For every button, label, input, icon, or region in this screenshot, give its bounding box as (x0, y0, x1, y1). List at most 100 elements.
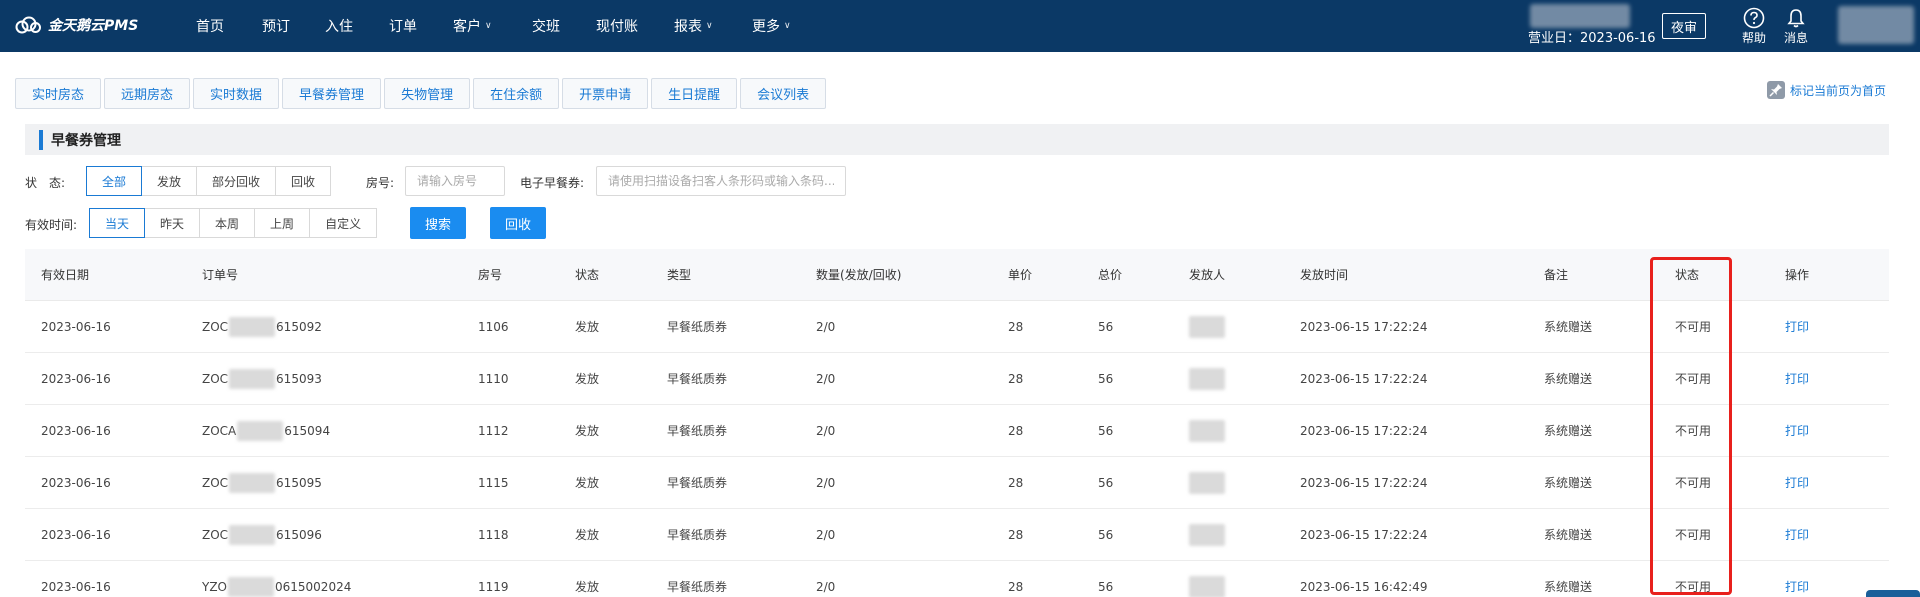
tab-breakfast-voucher[interactable]: 早餐券管理 (282, 78, 382, 109)
chevron-down-icon: ∨ (706, 21, 713, 31)
voucher-table: 有效日期 订单号 房号 状态 类型 数量(发放/回收) 单价 总价 发放人 发放… (25, 249, 1889, 597)
corner-widget[interactable] (1866, 590, 1920, 597)
order-no-prefix: ZOC (202, 371, 229, 386)
recycle-button[interactable]: 回收 (490, 207, 546, 239)
time-option-today[interactable]: 当天 (89, 208, 146, 238)
nav-item-shift[interactable]: 交班 (532, 16, 560, 36)
search-button[interactable]: 搜索 (410, 207, 466, 239)
app-logo[interactable]: 金天鹅云PMS (14, 15, 138, 35)
cloud-logo-icon (15, 16, 41, 34)
print-link[interactable]: 打印 (1785, 370, 1809, 387)
status-option-recycled[interactable]: 回收 (275, 166, 332, 196)
order-no-prefix: YZO (202, 579, 227, 594)
cell-availability: 不可用 (1675, 424, 1712, 438)
print-link[interactable]: 打印 (1785, 422, 1809, 439)
room-number-input[interactable] (405, 166, 505, 196)
table-row: 2023-06-16 ZOC 615093 1110 发放 早餐纸质券 2/0 28 56 202… (25, 353, 1889, 405)
cell-order-no: ZOC 615093 (202, 353, 322, 404)
column-header: 数量(发放/回收) (816, 268, 902, 282)
column-header: 备注 (1544, 268, 1569, 282)
tab-lost-and-found[interactable]: 失物管理 (384, 78, 471, 109)
nav-item-reservation[interactable]: 预订 (262, 16, 290, 36)
bell-icon (1787, 9, 1805, 28)
app-logo-text: 金天鹅云PMS (48, 18, 139, 34)
time-option-this-week[interactable]: 本周 (199, 208, 256, 238)
nav-item-customers[interactable]: 客户 ∨ (453, 16, 492, 36)
valid-time-filter-group: 当天 昨天 本周 上周 自定义 (89, 208, 378, 238)
cell-room: 1119 (478, 579, 509, 594)
cell-order-no: ZOC 615095 (202, 457, 322, 508)
column-header: 发放人 (1189, 268, 1226, 282)
night-audit-button[interactable]: 夜审 (1662, 13, 1706, 39)
time-option-custom[interactable]: 自定义 (309, 208, 378, 238)
mark-as-home-label: 标记当前页为首页 (1790, 83, 1887, 98)
print-link[interactable]: 打印 (1785, 318, 1809, 335)
tab-invoice-request[interactable]: 开票申请 (562, 78, 649, 109)
nav-item-orders[interactable]: 订单 (389, 16, 417, 36)
cell-valid-date: 2023-06-16 (41, 319, 111, 334)
tab-realtime-room-status[interactable]: 实时房态 (15, 78, 102, 109)
nav-item-home[interactable]: 首页 (196, 16, 224, 36)
order-no-suffix: 615092 (276, 319, 322, 334)
cell-room: 1118 (478, 527, 509, 542)
table-row: 2023-06-16 ZOC 615095 1115 发放 早餐纸质券 2/0 28 56 202… (25, 457, 1889, 509)
column-header: 操作 (1785, 268, 1810, 282)
cell-status: 发放 (575, 528, 600, 542)
tab-forward-room-status[interactable]: 远期房态 (104, 78, 191, 109)
order-no-suffix: 615094 (284, 423, 331, 438)
nav-item-checkin[interactable]: 入住 (325, 16, 353, 36)
nav-item-cash-account[interactable]: 现付账 (596, 16, 638, 36)
cell-unit-price: 28 (1008, 319, 1024, 334)
print-link[interactable]: 打印 (1785, 474, 1809, 491)
column-header: 单价 (1008, 268, 1033, 282)
nav-label: 客户 (453, 19, 481, 35)
redacted-user-avatar[interactable] (1838, 6, 1914, 44)
help-label: 帮助 (1741, 31, 1766, 45)
status-option-partial-recycled[interactable]: 部分回收 (196, 166, 277, 196)
voucher-barcode-input[interactable] (596, 166, 846, 196)
cell-remark: 系统赠送 (1544, 528, 1593, 542)
print-link[interactable]: 打印 (1785, 578, 1809, 595)
column-header: 发放时间 (1300, 268, 1349, 282)
cell-quantity: 2/0 (816, 579, 836, 594)
tab-in-house-balance[interactable]: 在住余额 (473, 78, 560, 109)
cell-type: 早餐纸质券 (667, 476, 728, 490)
time-option-yesterday[interactable]: 昨天 (144, 208, 201, 238)
cell-order-no: ZOC 615092 (202, 301, 322, 352)
nav-label: 入住 (325, 19, 353, 35)
cell-issuer (1189, 509, 1225, 560)
tab-meeting-list[interactable]: 会议列表 (740, 78, 827, 109)
cell-total-price: 56 (1098, 423, 1114, 438)
cell-total-price: 56 (1098, 319, 1114, 334)
cell-room: 1106 (478, 319, 509, 334)
nav-item-more[interactable]: 更多 ∨ (752, 16, 791, 36)
section-accent-bar (39, 129, 43, 150)
table-row: 2023-06-16 ZOCA 615094 1112 发放 早餐纸质券 2/0 28 56 20… (25, 405, 1889, 457)
cell-order-no: ZOCA 615094 (202, 405, 330, 456)
column-header: 房号 (478, 268, 503, 282)
cell-issuer (1189, 457, 1225, 508)
status-option-issued[interactable]: 发放 (141, 166, 198, 196)
business-date: 营业日：2023-06-16 (1528, 31, 1656, 46)
table-header: 有效日期 订单号 房号 状态 类型 数量(发放/回收) 单价 总价 发放人 发放… (25, 249, 1889, 301)
redacted-issuer (1189, 367, 1225, 390)
column-header: 状态 (1675, 268, 1700, 282)
cell-issue-time: 2023-06-15 17:22:24 (1300, 527, 1428, 542)
nav-item-reports[interactable]: 报表 ∨ (674, 16, 713, 36)
time-option-last-week[interactable]: 上周 (254, 208, 311, 238)
cell-quantity: 2/0 (816, 371, 836, 386)
room-filter-label: 房号: (366, 176, 395, 190)
tab-birthday-reminder[interactable]: 生日提醒 (651, 78, 738, 109)
mark-as-home-link[interactable]: 标记当前页为首页 (1766, 80, 1886, 100)
cell-availability: 不可用 (1675, 320, 1712, 334)
top-navbar: 金天鹅云PMS 首页 预订 入住 订单 客户 ∨ 交班 现付账 报表 ∨ 更多 ∨ 营… (0, 0, 1920, 52)
cell-type: 早餐纸质券 (667, 424, 728, 438)
messages-button[interactable]: 消息 (1776, 5, 1816, 45)
tab-realtime-data[interactable]: 实时数据 (193, 78, 280, 109)
print-link[interactable]: 打印 (1785, 526, 1809, 543)
cell-type: 早餐纸质券 (667, 580, 728, 594)
redacted-hotel-name (1530, 4, 1630, 28)
help-button[interactable]: 帮助 (1734, 5, 1774, 45)
cell-issue-time: 2023-06-15 17:22:24 (1300, 371, 1428, 386)
status-option-all[interactable]: 全部 (86, 166, 143, 196)
